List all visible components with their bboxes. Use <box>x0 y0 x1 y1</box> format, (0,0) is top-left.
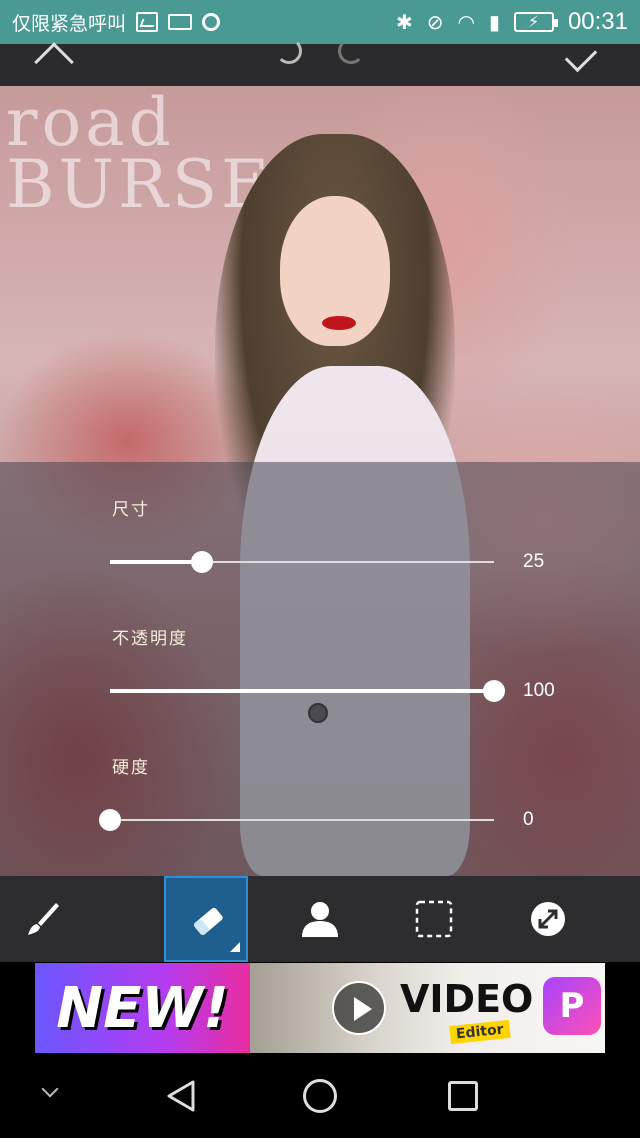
size-value: 25 <box>523 551 545 572</box>
ad-new-panel: NEW! <box>35 963 250 1053</box>
carrier-text: 仅限紧急呼叫 <box>12 12 127 35</box>
brush-preview-dot <box>308 703 328 723</box>
battery-icon: ⚡ <box>513 12 558 32</box>
tool-options-indicator <box>230 942 240 952</box>
back-icon[interactable] <box>165 1079 197 1113</box>
selection-icon <box>415 900 453 938</box>
redo-icon[interactable] <box>338 38 364 64</box>
size-slider-knob[interactable] <box>191 551 214 573</box>
recent-apps-icon[interactable] <box>448 1081 478 1111</box>
system-nav-bar <box>0 1053 640 1138</box>
ad-video-panel: VIDEO Editor P <box>250 963 605 1053</box>
opacity-label: 不透明度 <box>112 629 188 649</box>
tool-bar <box>0 876 640 962</box>
brush-icon <box>28 903 59 935</box>
hardness-slider[interactable] <box>99 809 494 831</box>
check-icon[interactable] <box>564 39 598 73</box>
chevron-up-icon[interactable] <box>34 42 74 82</box>
opacity-slider-fill <box>110 689 494 693</box>
opacity-slider[interactable] <box>110 680 505 702</box>
ad-tag: Editor <box>449 1019 511 1045</box>
tool-invert[interactable] <box>506 876 590 962</box>
size-slider[interactable] <box>110 551 494 573</box>
size-label: 尺寸 <box>112 500 150 520</box>
hardness-slider-knob[interactable] <box>99 809 121 831</box>
signal-icon: ▮ <box>488 10 500 34</box>
wifi-icon: ◠ <box>457 10 475 34</box>
ad-headline: NEW! <box>56 975 229 1041</box>
hide-nav-icon[interactable] <box>41 1080 59 1098</box>
size-slider-fill <box>110 560 203 564</box>
person-icon <box>302 902 338 937</box>
tool-eraser[interactable] <box>164 876 248 962</box>
image-notification-icon <box>136 12 159 32</box>
ad-banner[interactable]: NEW! VIDEO Editor P <box>35 963 605 1053</box>
status-bar: 仅限紧急呼叫 ✱ ⊘ ◠ ▮ ⚡ 00:31 <box>0 0 640 44</box>
eraser-icon <box>194 907 223 935</box>
person-lips <box>322 316 356 330</box>
tool-person[interactable] <box>278 876 362 962</box>
editor-toolbar <box>0 38 640 86</box>
tool-brush[interactable] <box>0 876 84 962</box>
undo-icon[interactable] <box>276 38 302 64</box>
tool-selection[interactable] <box>392 876 476 962</box>
home-icon[interactable] <box>303 1079 337 1113</box>
ad-product: VIDEO <box>400 977 534 1021</box>
status-time: 00:31 <box>567 8 628 35</box>
hardness-value: 0 <box>523 809 534 830</box>
play-icon <box>332 981 386 1035</box>
sync-icon <box>202 13 221 31</box>
bluetooth-icon: ✱ <box>395 10 413 34</box>
brush-settings-panel <box>0 462 640 876</box>
poster-text: road BURSE <box>6 86 274 223</box>
invert-icon <box>531 902 565 936</box>
app-logo-icon: P <box>543 977 601 1035</box>
vibrate-off-icon: ⊘ <box>426 10 444 34</box>
opacity-value: 100 <box>523 680 555 701</box>
keyboard-icon <box>168 14 193 30</box>
hardness-label: 硬度 <box>112 758 150 778</box>
opacity-slider-knob[interactable] <box>483 680 505 702</box>
